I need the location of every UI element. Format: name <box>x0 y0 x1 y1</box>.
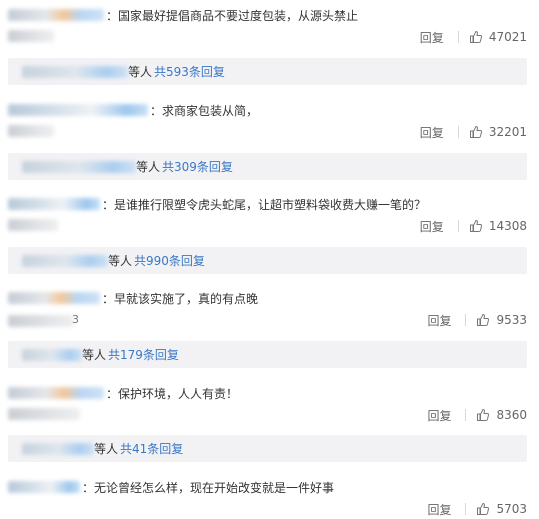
comment-line: ：早就该实施了，真的有点晚 <box>8 289 258 307</box>
comment-meta <box>8 315 74 327</box>
view-replies-link[interactable]: 共41条回复 <box>120 440 183 457</box>
reply-users <box>22 348 82 361</box>
view-replies-link[interactable]: 共990条回复 <box>134 252 205 269</box>
reply-button[interactable]: 回复 <box>420 124 444 141</box>
reply-button[interactable]: 回复 <box>420 218 444 235</box>
reply-button[interactable]: 回复 <box>427 312 451 329</box>
comment-line: ：无论曾经怎么样，现在开始改变就是一件好事 <box>8 478 334 496</box>
like-count: 9533 <box>496 313 527 327</box>
reply-thread-bar[interactable]: 等人 共309条回复 <box>8 153 527 180</box>
divider <box>457 31 459 43</box>
thumbs-up-icon <box>469 30 482 43</box>
commenter-name[interactable] <box>8 104 148 116</box>
comment-text: ：早就该实施了，真的有点晚 <box>102 291 259 306</box>
reply-button[interactable]: 回复 <box>427 407 451 424</box>
divider <box>457 220 459 232</box>
reply-users-suffix: 等人 <box>108 254 133 268</box>
reply-users-suffix: 等人 <box>82 348 107 362</box>
divider <box>465 503 467 515</box>
comment-line: ：是谁推行限塑令虎头蛇尾，让超市塑料袋收费大赚一笔的？ <box>8 195 426 213</box>
view-replies-link[interactable]: 共179条回复 <box>108 346 179 363</box>
commenter-name[interactable] <box>8 481 80 493</box>
like-button[interactable]: 14308 <box>469 219 527 233</box>
commenter-name[interactable] <box>8 292 100 304</box>
reply-thread-bar[interactable]: 等人 共41条回复 <box>8 435 527 462</box>
comment-text: ：无论曾经怎么样，现在开始改变就是一件好事 <box>82 480 335 495</box>
comment-line: ：国家最好提倡商品不要过度包装，从源头禁止 <box>8 6 358 24</box>
like-button[interactable]: 8360 <box>476 408 527 422</box>
comment-line: ：求商家包装从简， <box>8 101 258 119</box>
comment-meta <box>8 30 54 42</box>
like-count: 8360 <box>496 408 527 422</box>
comment-text: ：保护环境，人人有责！ <box>106 386 239 401</box>
like-button[interactable]: 9533 <box>476 313 527 327</box>
comment-meta <box>8 408 80 420</box>
comment-actions: 回复 8360 <box>427 406 527 424</box>
reply-thread-bar[interactable]: 等人 共593条回复 <box>8 58 527 85</box>
like-button[interactable]: 47021 <box>469 30 527 44</box>
reply-users-suffix: 等人 <box>136 160 161 174</box>
comment-actions: 回复 32201 <box>420 123 527 141</box>
comment-text: ：是谁推行限塑令虎头蛇尾，让超市塑料袋收费大赚一笔的？ <box>102 197 427 212</box>
thumbs-up-icon <box>469 219 482 232</box>
comment-actions: 回复 47021 <box>420 28 527 46</box>
divider <box>465 314 467 326</box>
comment-list: ：国家最好提倡商品不要过度包装，从源头禁止 回复 47021 等人 共593条回… <box>0 0 539 519</box>
thumbs-up-icon <box>477 313 490 326</box>
commenter-name[interactable] <box>8 387 104 399</box>
comment-meta <box>8 219 58 231</box>
reply-users-suffix: 等人 <box>94 442 119 456</box>
like-button[interactable]: 32201 <box>469 125 527 139</box>
reply-users-suffix: 等人 <box>128 65 153 79</box>
reply-users <box>22 254 108 267</box>
commenter-name[interactable] <box>8 198 100 210</box>
commenter-name[interactable] <box>8 9 104 21</box>
reply-users <box>22 442 94 455</box>
thumbs-up-icon <box>477 502 490 515</box>
thumbs-up-icon <box>469 125 482 138</box>
reply-button[interactable]: 回复 <box>420 29 444 46</box>
comment-text: ：国家最好提倡商品不要过度包装，从源头禁止 <box>106 8 359 23</box>
comment-text: ：求商家包装从简， <box>150 103 259 118</box>
comment-line: ：保护环境，人人有责！ <box>8 384 238 402</box>
view-replies-link[interactable]: 共309条回复 <box>162 158 233 175</box>
reply-users <box>22 160 136 173</box>
like-button[interactable]: 5703 <box>476 502 527 516</box>
like-count: 47021 <box>488 30 527 44</box>
comment-actions: 回复 5703 <box>427 500 527 518</box>
like-count: 5703 <box>496 502 527 516</box>
reply-button[interactable]: 回复 <box>427 501 451 518</box>
view-replies-link[interactable]: 共593条回复 <box>154 63 225 80</box>
comment-meta <box>8 125 54 137</box>
divider <box>457 126 459 138</box>
reply-thread-bar[interactable]: 等人 共990条回复 <box>8 247 527 274</box>
comment-actions: 回复 14308 <box>420 217 527 235</box>
like-count: 14308 <box>488 219 527 233</box>
divider <box>465 409 467 421</box>
thumbs-up-icon <box>477 408 490 421</box>
like-count: 32201 <box>488 125 527 139</box>
comment-actions: 回复 9533 <box>427 311 527 329</box>
reply-thread-bar[interactable]: 等人 共179条回复 <box>8 341 527 368</box>
comment-meta-suffix: 3 <box>72 313 79 326</box>
reply-users <box>22 65 128 78</box>
